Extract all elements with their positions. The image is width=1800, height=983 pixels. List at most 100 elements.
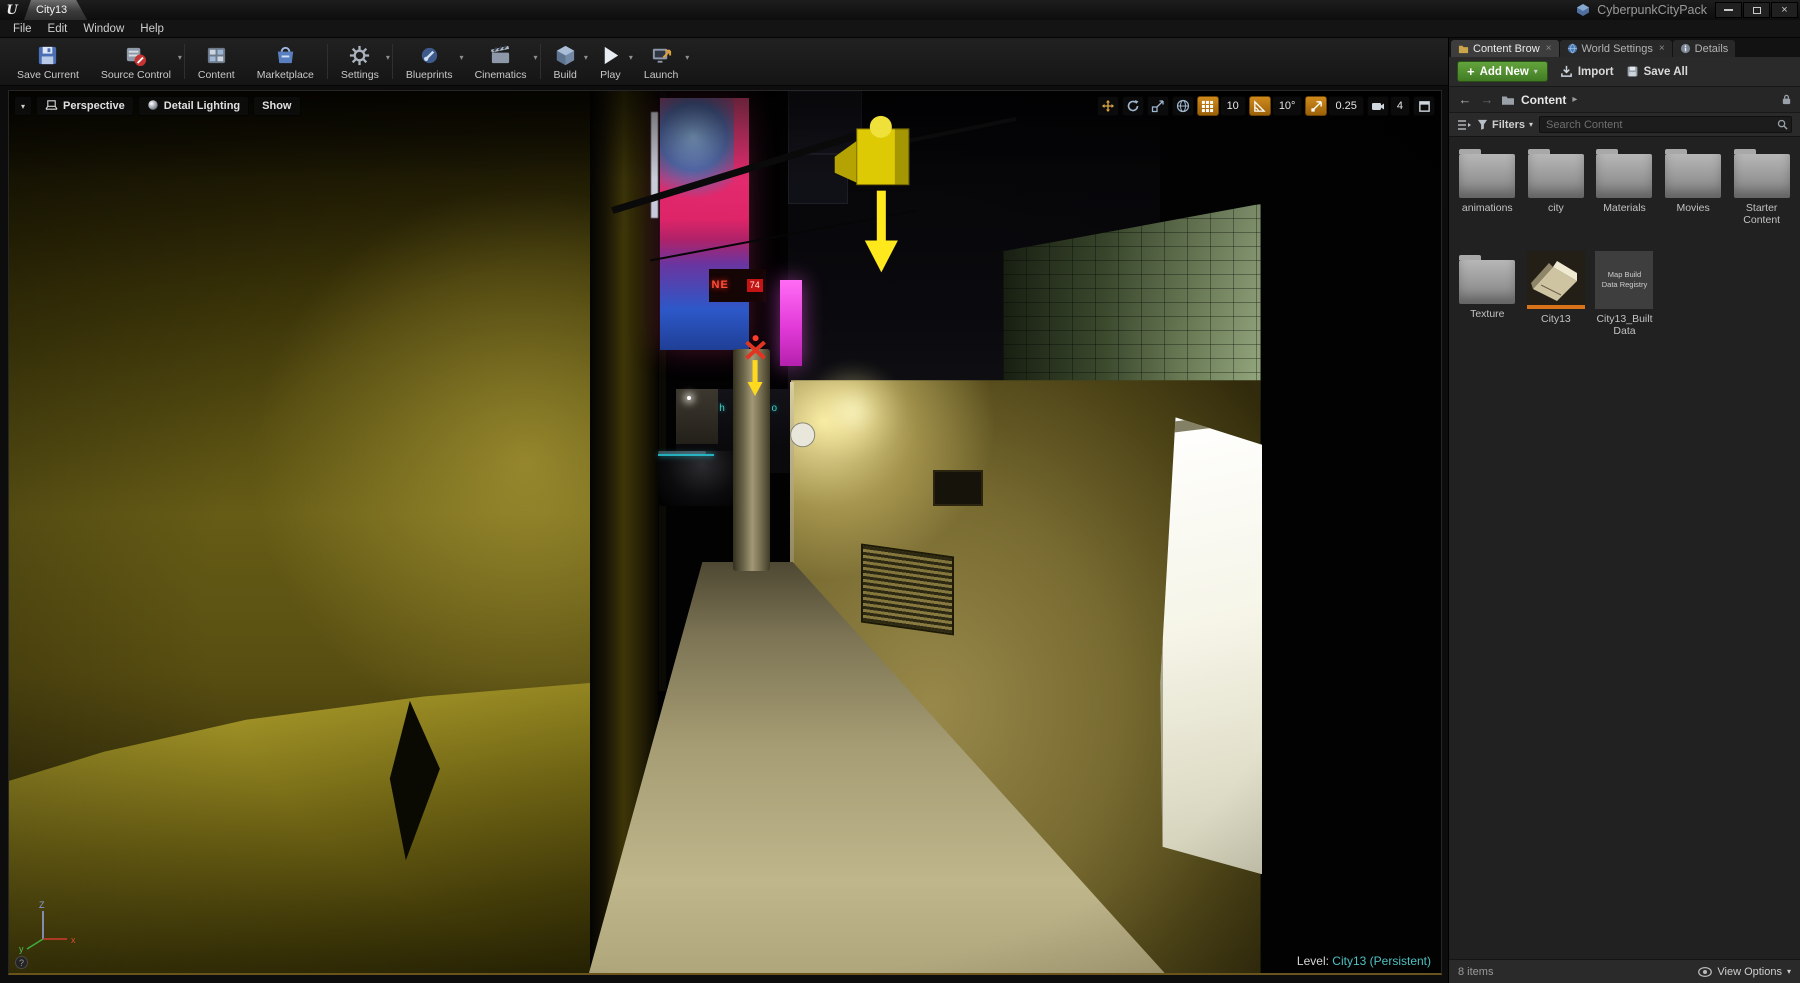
map-build-data-thumbnail: Map Build Data Registry [1595,251,1654,309]
tab-close-icon[interactable]: × [1546,43,1552,54]
back-arrow-icon[interactable]: ← [1457,92,1473,107]
lock-icon[interactable] [1781,93,1792,106]
camera-speed-value[interactable]: 4 [1389,96,1410,116]
speaker-actor[interactable] [834,115,910,186]
close-button[interactable]: × [1771,2,1798,18]
tab-details[interactable]: Details [1672,40,1736,57]
asset-type-color-bar [1526,305,1585,309]
play-icon [599,44,622,67]
folder-item-movies[interactable]: Movies [1660,145,1727,245]
folder-item-animations[interactable]: animations [1454,145,1521,245]
asset-item-city13-built-data[interactable]: Map Build Data Registry City13_Built Dat… [1591,251,1658,351]
question-icon: ? [18,957,24,968]
translate-gizmo-arrow[interactable] [864,190,898,273]
rotation-snap-value[interactable]: 10° [1271,96,1303,116]
import-button[interactable]: Import [1560,65,1614,78]
lit-sphere-icon [147,99,159,114]
perspective-icon [45,98,58,114]
minimize-button[interactable] [1715,2,1742,18]
scale-snap-value[interactable]: 0.25 [1328,96,1364,116]
content-browser-panel: Content Brow × World Settings × Details … [1448,38,1800,983]
rotate-tool-button[interactable] [1121,96,1144,116]
view-options-button[interactable]: View Options ▾ [1698,966,1791,978]
folder-icon [1459,255,1516,304]
dropdown-caret-icon[interactable]: ▾ [386,53,390,62]
unreal-logo-icon: U [6,2,18,18]
tab-content-browser[interactable]: Content Brow × [1451,40,1559,57]
panel-tab-strip: Content Brow × World Settings × Details [1449,38,1800,57]
view-mode-button[interactable]: Detail Lighting [137,96,250,116]
sources-panel-toggle-icon[interactable] [1457,119,1471,131]
restore-icon [1752,6,1761,14]
menu-window[interactable]: Window [75,23,132,35]
blueprints-button[interactable]: Blueprints ▾ [395,40,464,83]
dropdown-caret-icon[interactable]: ▾ [533,53,537,62]
content-browser-filter-bar: Filters ▾ [1449,113,1800,137]
scale-tool-button[interactable] [1146,96,1169,116]
scene-render[interactable]: NE 74 h o f o x! [9,91,1441,973]
menu-help[interactable]: Help [132,23,172,35]
folder-item-texture[interactable]: Texture [1454,251,1521,351]
build-button[interactable]: Build ▾ [543,40,588,83]
source-control-button[interactable]: Source Control ▾ [90,40,182,83]
breadcrumb-content[interactable]: Content [1521,93,1566,107]
axis-indicator: Z y x [19,900,76,954]
breadcrumb-caret-icon: ▸ [1572,94,1578,105]
grid-snap-group: 10 [1196,96,1246,116]
dropdown-caret-icon[interactable]: ▾ [685,53,689,62]
save-icon [36,44,59,67]
folder-item-city[interactable]: city [1523,145,1590,245]
filters-button[interactable]: Filters ▾ [1477,119,1533,131]
play-button[interactable]: Play ▾ [588,40,633,83]
forward-arrow-icon[interactable]: → [1479,92,1495,107]
build-cube-icon [554,44,577,67]
level-thumbnail [1526,251,1585,309]
import-icon [1560,65,1573,78]
tab-close-icon[interactable]: × [1659,43,1665,54]
translate-tool-button[interactable] [1096,96,1119,116]
save-current-button[interactable]: Save Current [6,40,90,83]
dropdown-caret-icon[interactable]: ▾ [178,53,182,62]
settings-button[interactable]: Settings ▾ [330,40,390,83]
search-input[interactable] [1539,116,1792,133]
small-selection-gizmo[interactable] [745,335,766,396]
folder-icon [1459,149,1516,198]
grid-snap-toggle[interactable] [1196,96,1219,116]
project-name: CyberpunkCityPack [1597,3,1707,17]
world-coordinate-button[interactable] [1171,96,1194,116]
launch-button[interactable]: Launch ▾ [633,40,689,83]
maximize-viewport-button[interactable] [1413,96,1435,116]
show-flags-button[interactable]: Show [253,96,301,116]
pole-arm [611,132,857,214]
rotation-snap-toggle[interactable] [1248,96,1271,116]
awning-crack [389,700,440,861]
viewport-help-button[interactable]: ? [15,956,28,969]
save-all-button[interactable]: Save All [1626,65,1688,78]
close-icon: × [1781,3,1788,16]
main-toolbar: Save Current Source Control ▾ Content Ma… [0,38,1448,86]
marketplace-button[interactable]: Marketplace [246,40,325,83]
viewport-options-button[interactable]: ▾ [14,96,32,116]
asset-item-city13-level[interactable]: City13 [1523,251,1590,351]
folder-item-starter-content[interactable]: Starter Content [1728,145,1795,245]
toolbar-separator [183,44,185,79]
perspective-button[interactable]: Perspective [36,96,134,116]
title-bar: U City13 CyberpunkCityPack × [0,0,1800,20]
menu-file[interactable]: File [5,23,40,35]
scale-snap-toggle[interactable] [1305,96,1328,116]
tab-world-settings[interactable]: World Settings × [1559,40,1672,57]
content-button[interactable]: Content [187,40,246,83]
window-tab-city13[interactable]: City13 [24,0,87,20]
restore-button[interactable] [1743,2,1770,18]
add-new-button[interactable]: + Add New ▾ [1457,61,1548,82]
folder-item-materials[interactable]: Materials [1591,145,1658,245]
toolbar-separator [391,44,393,79]
cinematics-clapper-icon [489,44,512,67]
menu-edit[interactable]: Edit [40,23,76,35]
level-viewport[interactable]: NE 74 h o f o x! [8,90,1442,975]
camera-speed-button[interactable] [1366,96,1389,116]
cinematics-button[interactable]: Cinematics ▾ [464,40,538,83]
grid-snap-value[interactable]: 10 [1219,96,1246,116]
level-indicator: Level: City13 (Persistent) [1297,954,1431,968]
axis-y-label: y [19,944,24,954]
